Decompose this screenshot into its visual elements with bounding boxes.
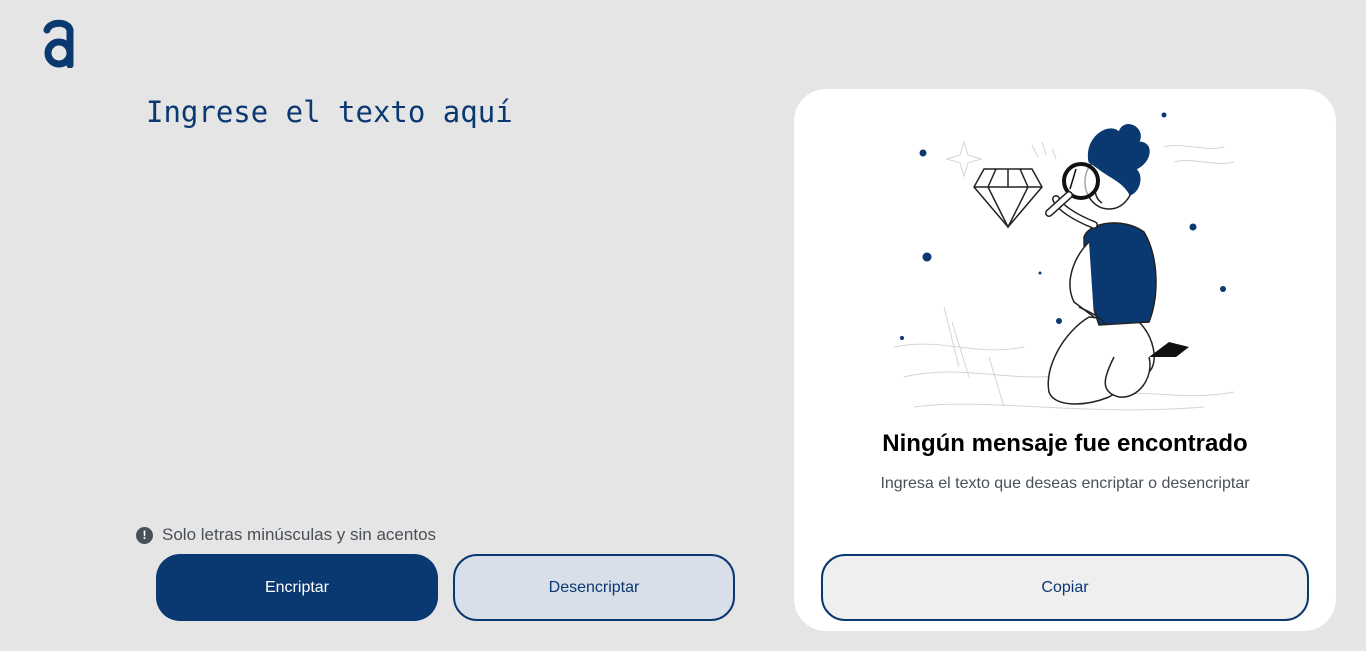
message-input[interactable] bbox=[146, 92, 746, 492]
input-hint: ! Solo letras minúsculas y sin acentos bbox=[136, 524, 436, 546]
empty-state-subtitle: Ingresa el texto que deseas encriptar o … bbox=[880, 475, 1250, 492]
decrypt-button[interactable]: Desencriptar bbox=[453, 554, 735, 621]
empty-state-title: Ningún mensaje fue encontrado bbox=[882, 430, 1248, 457]
person-with-magnifier-illustration bbox=[893, 112, 1235, 411]
info-circle-icon: ! bbox=[136, 526, 153, 544]
hint-text: Solo letras minúsculas y sin acentos bbox=[162, 525, 437, 544]
encrypt-button[interactable]: Encriptar bbox=[156, 554, 438, 621]
copy-button[interactable]: Copiar bbox=[821, 554, 1309, 621]
output-panel: Ningún mensaje fue encontrado Ingresa el… bbox=[794, 89, 1336, 631]
alura-logo bbox=[43, 19, 74, 68]
